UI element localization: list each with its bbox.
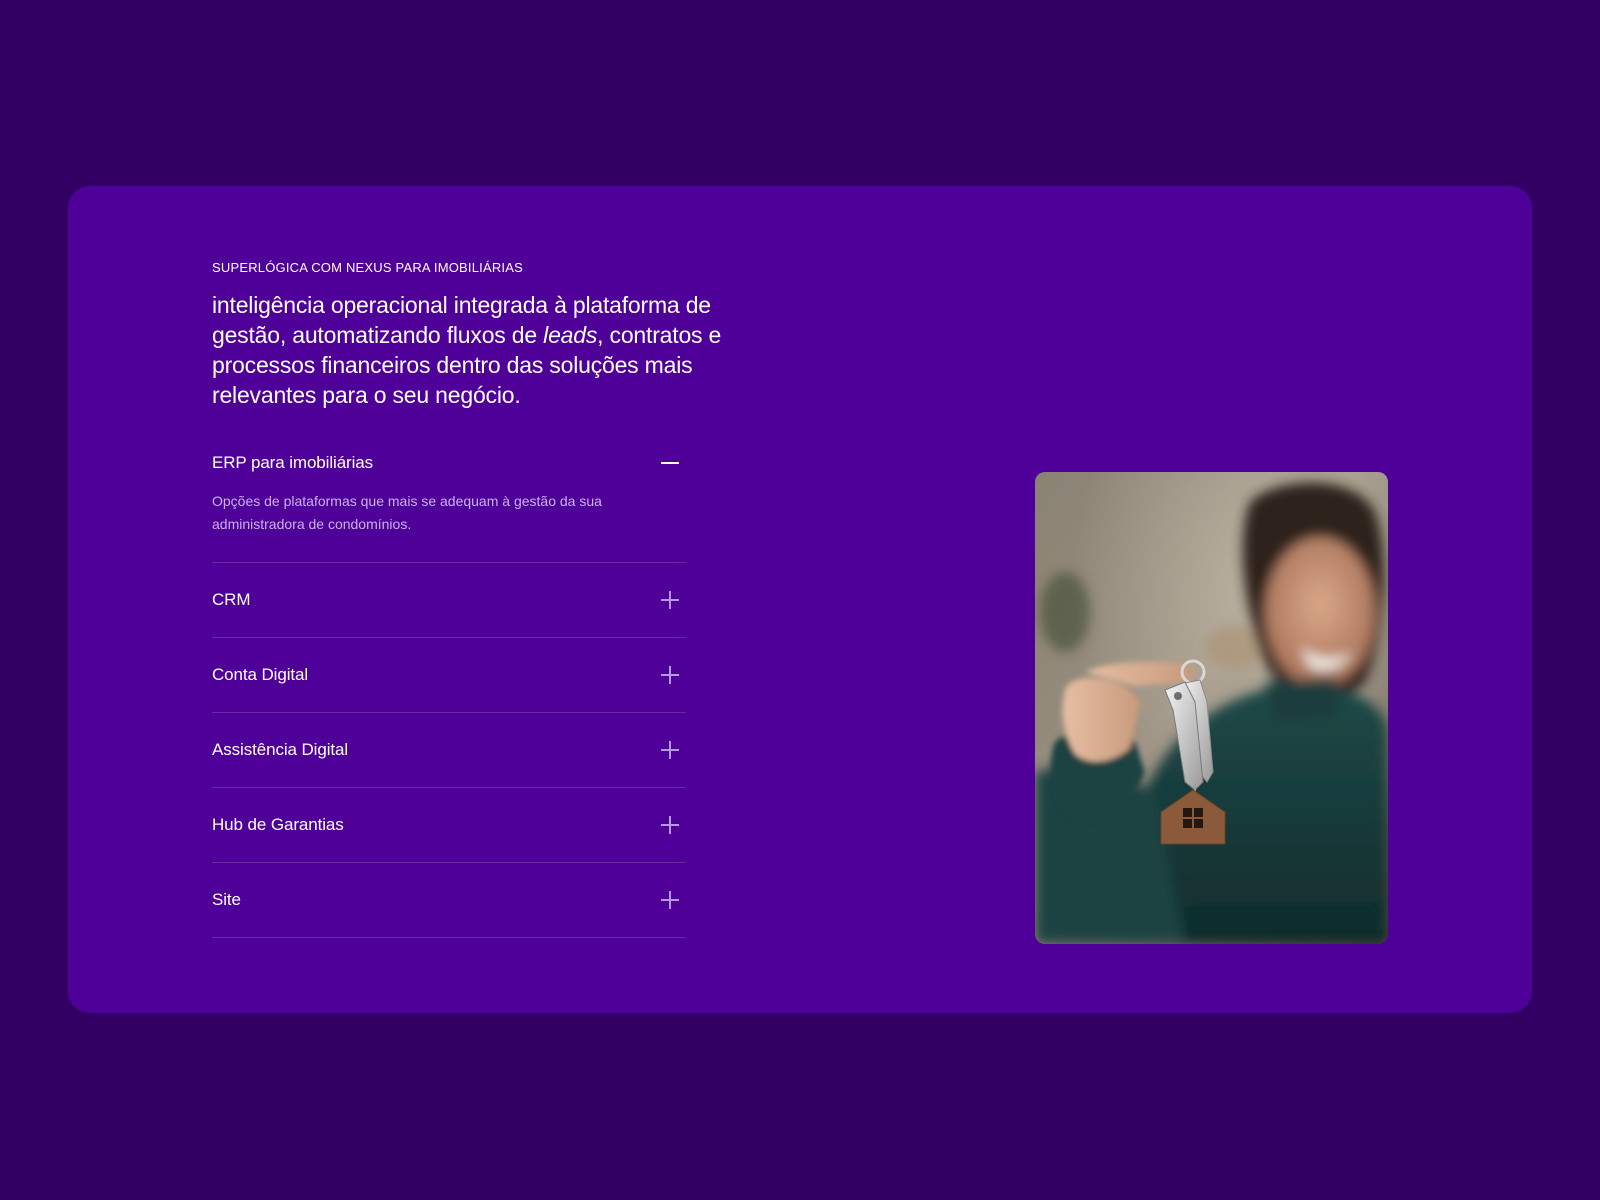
accordion-title: Site [212,890,241,909]
section-headline: inteligência operacional integrada à pla… [212,290,732,410]
plus-icon[interactable] [660,740,680,760]
accordion-description: Opções de plataformas que mais se adequa… [212,493,602,532]
plus-icon[interactable] [660,890,680,910]
accordion-item-hub-de-garantias[interactable]: Hub de Garantias [212,788,686,863]
intro-block: SUPERLÓGICA COM NEXUS PARA IMOBILIÁRIAS … [212,260,732,410]
accordion-item-assistencia-digital[interactable]: Assistência Digital [212,713,686,788]
plus-icon[interactable] [660,815,680,835]
accordion-item-crm[interactable]: CRM [212,563,686,638]
solutions-accordion: ERP para imobiliárias Opções de platafor… [212,444,686,938]
woman-holding-keys-photo [1035,472,1388,944]
content-card: SUPERLÓGICA COM NEXUS PARA IMOBILIÁRIAS … [68,186,1532,1013]
minus-icon[interactable] [660,453,680,473]
plus-icon[interactable] [660,665,680,685]
section-eyebrow: SUPERLÓGICA COM NEXUS PARA IMOBILIÁRIAS [212,260,523,275]
accordion-item-conta-digital[interactable]: Conta Digital [212,638,686,713]
accordion-item-erp: ERP para imobiliárias Opções de platafor… [212,444,686,563]
accordion-title: CRM [212,590,251,609]
accordion-title: Assistência Digital [212,740,349,759]
accordion-header-erp[interactable]: ERP para imobiliárias [212,444,686,482]
accordion-title: Hub de Garantias [212,815,344,834]
headline-italic-word: leads [543,322,598,348]
accordion-item-site[interactable]: Site [212,863,686,938]
plus-icon[interactable] [660,590,680,610]
accordion-title: Conta Digital [212,665,309,684]
accordion-title: ERP para imobiliárias [212,453,374,472]
